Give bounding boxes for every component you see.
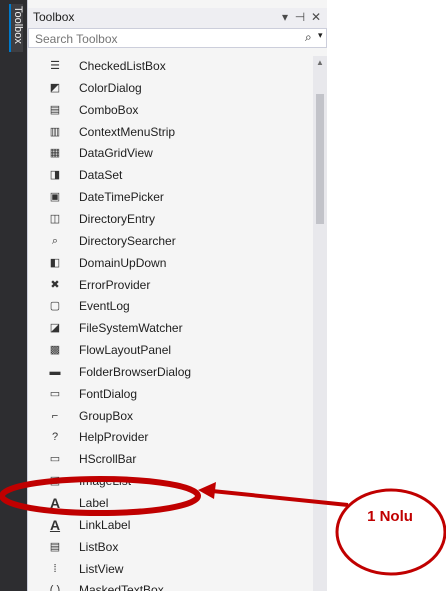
callout-label: 1 Nolu <box>367 508 413 525</box>
annotation-arrow-line <box>211 489 349 507</box>
label-highlight-ellipse <box>0 476 201 516</box>
callout-bubble <box>335 488 446 576</box>
annotation-overlay <box>0 476 446 576</box>
